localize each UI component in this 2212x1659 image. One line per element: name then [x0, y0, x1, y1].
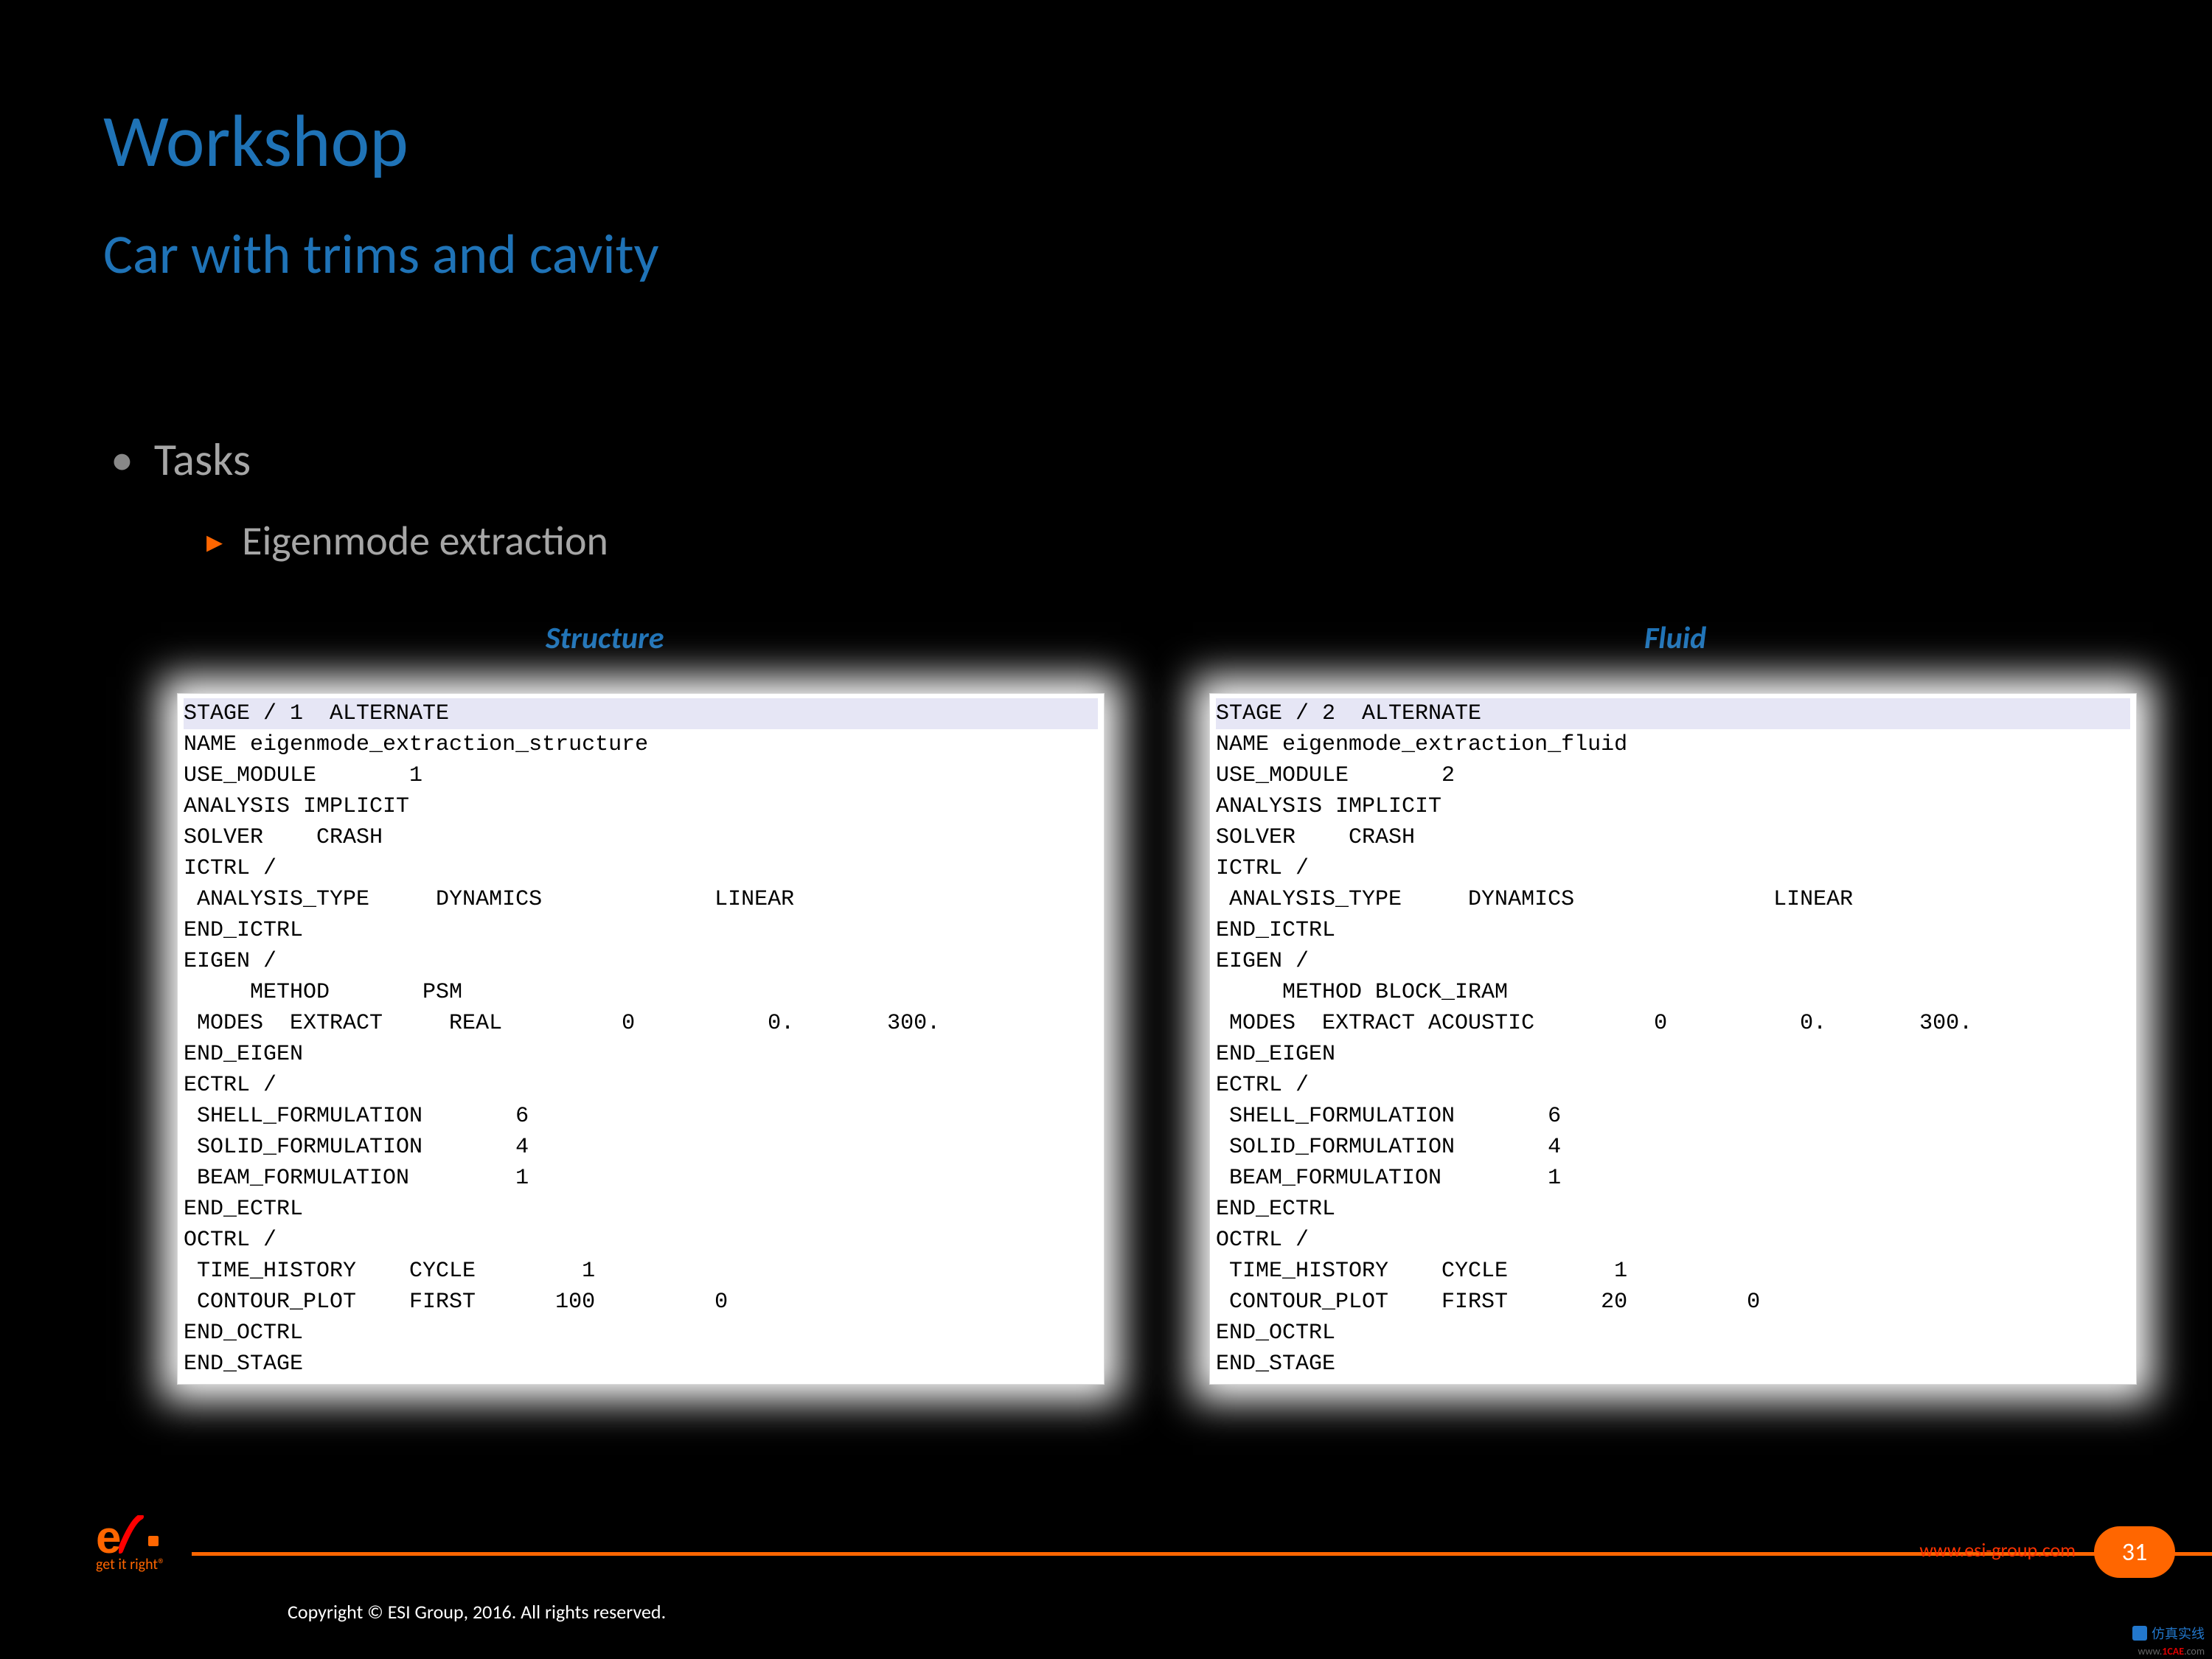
code-body-right: NAME eigenmode_extraction_fluid USE_MODU…: [1216, 732, 1972, 1377]
watermark-cn: 仿真实线: [2132, 1624, 2205, 1643]
footer-divider: [192, 1552, 2212, 1556]
watermark-url-mid: 1CAE: [2162, 1645, 2184, 1658]
logo-letter-e: e: [96, 1522, 119, 1554]
bullet-level-2: Eigenmode extraction: [206, 516, 608, 566]
slide-subtitle: Car with trims and cavity: [103, 221, 659, 288]
code-block-structure: STAGE / 1 ALTERNATE NAME eigenmode_extra…: [177, 693, 1105, 1385]
code-stage-line-left: STAGE / 1 ALTERNATE: [184, 698, 1098, 729]
bullet-l1-text: Tasks: [154, 431, 251, 487]
watermark-url-prefix: www.: [2138, 1645, 2162, 1658]
code-block-fluid: STAGE / 2 ALTERNATE NAME eigenmode_extra…: [1209, 693, 2137, 1385]
bullet-level-1: Tasks: [111, 431, 251, 487]
watermark-icon: [2132, 1626, 2147, 1641]
page-number: 31: [2122, 1537, 2147, 1568]
logo-tagline: get it right®: [96, 1556, 165, 1573]
watermark-url-suffix: .com: [2184, 1645, 2205, 1658]
bullet-l2-text: Eigenmode extraction: [242, 516, 608, 566]
copyright-text: Copyright © ESI Group, 2016. All rights …: [288, 1600, 666, 1624]
column-label-fluid: Fluid: [1644, 619, 1706, 657]
column-label-structure: Structure: [546, 619, 664, 657]
esi-logo: e: [96, 1515, 159, 1554]
code-stage-line-right: STAGE / 2 ALTERNATE: [1216, 698, 2130, 729]
page-number-badge: 31: [2094, 1526, 2175, 1578]
slide-title: Workshop: [103, 96, 408, 186]
watermark-url: www.1CAE.com: [2138, 1645, 2205, 1658]
footer-url: www.esi-group.com: [1919, 1538, 2076, 1562]
watermark-cn-text: 仿真实线: [2152, 1624, 2205, 1643]
code-body-left: NAME eigenmode_extraction_structure USE_…: [184, 732, 940, 1377]
logo-swoosh-icon: [119, 1515, 145, 1554]
logo-dot-icon: [148, 1536, 159, 1546]
